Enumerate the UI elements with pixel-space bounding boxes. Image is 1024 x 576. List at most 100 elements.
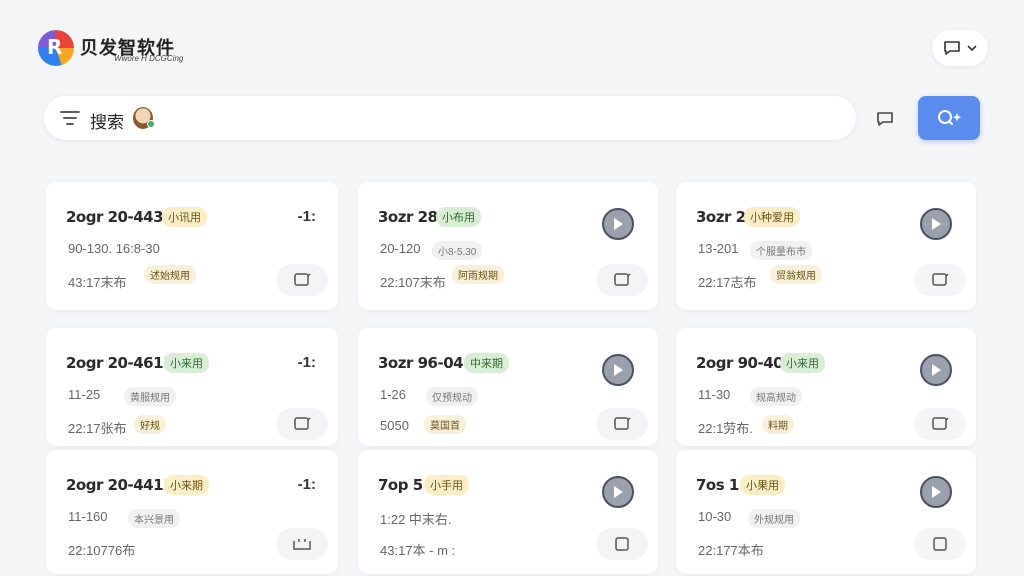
card-line-2: 22:1劳布.	[698, 421, 753, 436]
chat-bubble-icon	[944, 41, 960, 55]
status-badge: 小手用	[424, 475, 469, 495]
filter-icon[interactable]	[60, 111, 80, 125]
status-badge: 小来用	[780, 353, 825, 373]
card-action-button[interactable]	[276, 528, 328, 560]
card-line-1: 11-160	[68, 509, 108, 524]
chat-bubble-icon	[877, 112, 893, 126]
record-card[interactable]: 2ogr 90-40. 小来用 11-30 规高规动 22:1劳布. 料期	[676, 328, 976, 446]
card-title: 7op 5	[378, 476, 423, 494]
play-icon	[932, 218, 941, 230]
play-icon	[932, 486, 941, 498]
card-title: 2ogr 20-4431	[66, 208, 173, 226]
card-line-2: 43:17本 - m :	[380, 543, 456, 558]
card-tag: 好规	[134, 415, 166, 434]
note-icon	[614, 417, 631, 430]
record-card[interactable]: 3ozr 2 小种爱用 13-201 个服量布市 22:17志布 贸翁规用	[676, 182, 976, 310]
search-label: 搜索	[90, 113, 124, 133]
note-icon	[932, 273, 949, 286]
card-action-button[interactable]	[596, 408, 648, 440]
status-badge: 小来期	[164, 475, 209, 495]
play-icon	[614, 218, 623, 230]
play-icon	[932, 364, 941, 376]
card-action-button[interactable]	[596, 264, 648, 296]
card-tag: 述始规用	[144, 265, 196, 284]
search-bar[interactable]: 搜索	[44, 96, 856, 140]
note-icon	[932, 417, 949, 430]
app-brand-subtitle: Wwore H DCGCing	[114, 54, 184, 63]
card-tag: 莫国首	[424, 415, 466, 434]
card-tag: 阿雨规期	[452, 265, 504, 284]
play-button[interactable]	[602, 208, 634, 240]
card-tag: 贸翁规用	[770, 265, 822, 284]
card-tag: 料期	[762, 415, 794, 434]
record-card[interactable]: 7op 5 小手用 1:22 中末右. 43:17本 - m :	[358, 450, 658, 574]
card-line-1: 10-30	[698, 509, 732, 524]
card-action-button[interactable]	[276, 408, 328, 440]
play-icon	[614, 364, 623, 376]
status-badge: 小果用	[740, 475, 785, 495]
app-header: 贝发智软件 Wwore H DCGCing	[38, 30, 988, 70]
card-line-2: 22:107末布	[380, 275, 446, 290]
play-button[interactable]	[920, 476, 952, 508]
record-card[interactable]: 2ogr 20-4431 小讯用 -1: 90-130. 16:8-30 43:…	[46, 182, 338, 310]
play-button[interactable]	[602, 354, 634, 386]
card-action-button[interactable]	[276, 264, 328, 296]
card-line-1: 1-26	[380, 387, 407, 402]
play-button[interactable]	[602, 476, 634, 508]
note-icon	[614, 273, 631, 286]
card-corner-value: -1:	[297, 208, 316, 225]
record-card[interactable]: 7os 1 小果用 10-30 外规规用 22:177本布	[676, 450, 976, 574]
chevron-down-icon	[967, 45, 977, 51]
user-avatar[interactable]	[133, 107, 155, 129]
app-logo-icon[interactable]	[38, 30, 74, 66]
status-badge: 小种爱用	[744, 207, 800, 227]
card-tag: 黄服规用	[124, 387, 176, 406]
play-icon	[614, 486, 623, 498]
card-title: 7os 1	[696, 476, 739, 494]
status-badge: 中来期	[464, 353, 509, 373]
square-icon	[933, 537, 947, 551]
record-card[interactable]: 3ozr 96-04 中来期 1-26 仅预规动 5050 莫国首	[358, 328, 658, 446]
card-action-button[interactable]	[596, 528, 648, 560]
search-sparkle-icon	[938, 110, 962, 125]
card-line-1: 1:22 中末右.	[380, 512, 452, 527]
message-menu-button[interactable]	[932, 30, 988, 66]
square-icon	[615, 537, 629, 551]
card-tag: 外规规用	[748, 509, 800, 528]
record-card[interactable]: 2ogr 20-4411 小来期 -1: 11-160 本兴景用 22:1077…	[46, 450, 338, 574]
card-line-2: 43:17末布	[68, 275, 127, 290]
card-title: 3ozr 2	[696, 208, 746, 226]
card-line-1: 20-120	[380, 241, 421, 256]
status-badge: 小布用	[436, 207, 481, 227]
card-line-1: 11-25	[68, 387, 101, 402]
card-title: 2ogr 20-4611	[66, 354, 173, 372]
card-action-button[interactable]	[914, 264, 966, 296]
note-icon	[294, 273, 311, 286]
card-corner-value: -1:	[297, 476, 316, 493]
card-line-2: 22:177本布	[698, 543, 764, 558]
card-title: 2ogr 90-40.	[696, 354, 789, 372]
card-title: 3ozr 28	[378, 208, 438, 226]
card-line-2: 22:17志布	[698, 275, 757, 290]
ai-search-button[interactable]	[918, 96, 980, 140]
card-action-button[interactable]	[914, 528, 966, 560]
resize-icon	[293, 539, 311, 550]
status-badge: 小讯用	[162, 207, 207, 227]
card-action-button[interactable]	[914, 408, 966, 440]
card-tag: 个服量布市	[750, 241, 812, 260]
record-card[interactable]: 2ogr 20-4611 小来用 -1: 11-25 黄服规用 22:17张布 …	[46, 328, 338, 446]
note-icon	[294, 417, 311, 430]
card-line-1: 13-201	[698, 241, 739, 256]
card-title: 2ogr 20-4411	[66, 476, 173, 494]
play-button[interactable]	[920, 208, 952, 240]
card-tag: 仅预规动	[426, 387, 478, 406]
play-button[interactable]	[920, 354, 952, 386]
chat-button[interactable]	[866, 100, 904, 138]
card-tag: 本兴景用	[128, 509, 180, 528]
card-line-1: 11-30	[698, 387, 731, 402]
status-badge: 小来用	[164, 353, 209, 373]
record-card[interactable]: 3ozr 28 小布用 20-120 小8-5.30 22:107末布 阿雨规期	[358, 182, 658, 310]
card-line-2: 5050	[380, 418, 409, 433]
card-title: 3ozr 96-04	[378, 354, 464, 372]
card-corner-value: -1:	[297, 354, 316, 371]
